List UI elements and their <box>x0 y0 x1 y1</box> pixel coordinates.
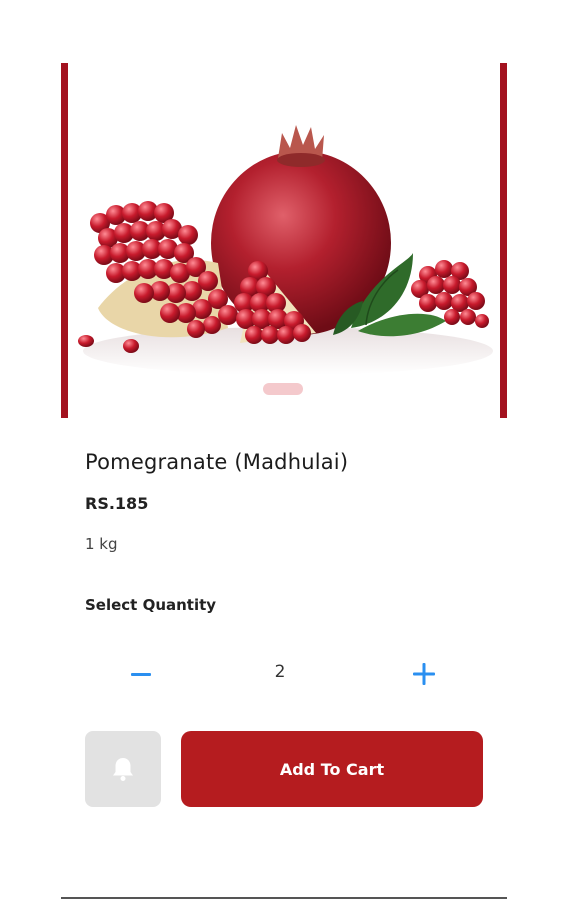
plus-icon <box>413 663 435 685</box>
carousel-left-edge <box>61 63 68 418</box>
bell-icon <box>113 758 133 781</box>
product-unit: 1 kg <box>85 535 118 553</box>
product-detail-screen: Pomegranate (Madhulai) RS.185 1 kg Selec… <box>0 0 563 900</box>
carousel-page-indicator[interactable] <box>263 383 303 395</box>
bottom-divider <box>61 897 507 899</box>
select-quantity-heading: Select Quantity <box>85 596 217 614</box>
increase-quantity-button[interactable] <box>398 648 450 700</box>
notify-me-button[interactable] <box>85 731 161 807</box>
minus-icon <box>131 673 151 676</box>
product-image-carousel[interactable] <box>61 63 507 418</box>
carousel-right-edge <box>500 63 507 418</box>
quantity-stepper: 2 <box>110 648 450 700</box>
product-price: RS.185 <box>85 494 149 513</box>
product-title: Pomegranate (Madhulai) <box>85 450 349 474</box>
quantity-value: 2 <box>274 662 286 682</box>
pomegranate-image <box>78 125 493 375</box>
add-to-cart-button[interactable]: Add To Cart <box>181 731 483 807</box>
decrease-quantity-button[interactable] <box>115 648 167 700</box>
